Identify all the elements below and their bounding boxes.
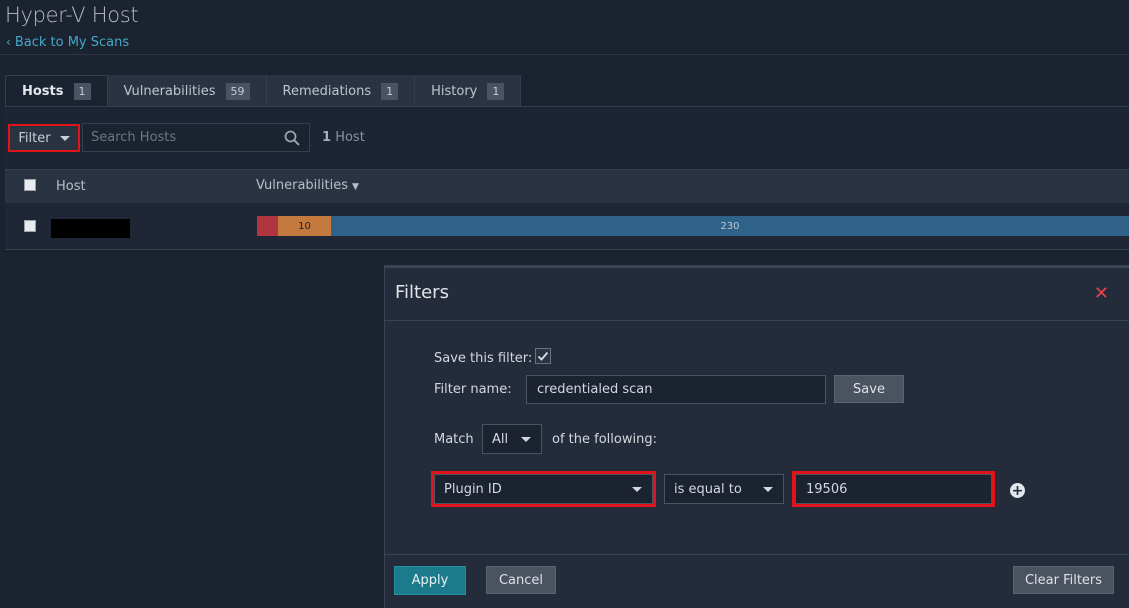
host-count-number: 1 xyxy=(322,130,332,145)
clear-filters-button[interactable]: Clear Filters xyxy=(1013,566,1114,594)
chevron-down-icon xyxy=(521,437,531,442)
vuln-segment-high: 10 xyxy=(278,216,331,236)
filter-name-label: Filter name: xyxy=(434,382,512,397)
column-header-host[interactable]: Host xyxy=(56,179,86,194)
tab-remediations[interactable]: Remediations 1 xyxy=(266,75,416,107)
vulnerability-bar[interactable]: 10 230 xyxy=(257,216,1129,236)
table-header xyxy=(5,169,1129,203)
tab-count-badge: 1 xyxy=(381,82,399,100)
filter-name-input[interactable] xyxy=(526,375,826,404)
filter-value-input[interactable] xyxy=(792,471,995,507)
save-button[interactable]: Save xyxy=(834,375,904,403)
save-filter-label: Save this filter: xyxy=(434,351,533,366)
chevron-down-icon xyxy=(632,487,642,492)
apply-button[interactable]: Apply xyxy=(394,566,466,595)
tab-label: Remediations xyxy=(282,83,372,99)
match-suffix-label: of the following: xyxy=(552,432,657,447)
sort-desc-icon: ▼ xyxy=(351,182,359,192)
chevron-down-icon xyxy=(763,487,773,492)
column-header-vulnerabilities[interactable]: Vulnerabilities ▼ xyxy=(256,178,359,193)
tab-count-badge: 59 xyxy=(225,82,250,100)
filter-field-select[interactable]: Plugin ID xyxy=(431,471,656,507)
tab-vulnerabilities[interactable]: Vulnerabilities 59 xyxy=(107,75,267,107)
filters-modal: Filters ✕ Save this filter: Filter name:… xyxy=(384,265,1129,608)
filter-field-value: Plugin ID xyxy=(444,481,502,497)
match-select-value: All xyxy=(492,431,509,447)
host-count: 1 Host xyxy=(322,130,365,145)
close-icon[interactable]: ✕ xyxy=(1094,283,1109,304)
vuln-segment-critical xyxy=(257,216,278,236)
host-name-redacted[interactable] xyxy=(51,219,130,238)
filter-operator-value: is equal to xyxy=(674,481,742,497)
host-count-word: Host xyxy=(335,130,365,145)
search-hosts-input[interactable] xyxy=(83,130,273,145)
back-link-label: Back to My Scans xyxy=(14,35,130,50)
tab-count-badge: 1 xyxy=(73,83,91,100)
caret-down-icon xyxy=(59,135,70,141)
modal-header: Filters ✕ xyxy=(385,268,1129,321)
filter-operator-select[interactable]: is equal to xyxy=(664,474,784,504)
vuln-segment-info: 230 xyxy=(331,216,1129,236)
tab-label: Hosts xyxy=(22,84,64,99)
modal-footer: Apply Cancel Clear Filters xyxy=(385,554,1129,608)
search-icon[interactable] xyxy=(284,130,300,146)
add-rule-plus-icon[interactable]: + xyxy=(1010,483,1025,498)
tab-bar: Hosts 1 Vulnerabilities 59 Remediations … xyxy=(5,75,522,107)
chevron-left-icon: ‹ xyxy=(6,35,11,49)
row-checkbox[interactable] xyxy=(24,220,36,232)
filter-button[interactable]: Filter xyxy=(8,124,80,152)
cancel-button[interactable]: Cancel xyxy=(486,566,556,594)
column-header-label: Vulnerabilities xyxy=(256,178,348,193)
page-title: Hyper-V Host xyxy=(5,3,139,27)
tab-label: History xyxy=(431,83,478,99)
header-divider xyxy=(0,54,1129,55)
tab-label: Vulnerabilities xyxy=(123,83,216,99)
back-to-scans-link[interactable]: ‹ Back to My Scans xyxy=(6,35,129,50)
tab-hosts[interactable]: Hosts 1 xyxy=(5,75,108,107)
checkmark-icon xyxy=(537,351,549,361)
match-label: Match xyxy=(434,432,474,447)
tab-history[interactable]: History 1 xyxy=(415,75,522,107)
search-box xyxy=(82,123,310,152)
tab-count-badge: 1 xyxy=(487,82,505,100)
save-filter-checkbox[interactable] xyxy=(535,348,551,364)
match-select[interactable]: All xyxy=(482,424,542,454)
select-all-checkbox[interactable] xyxy=(24,179,36,191)
modal-title: Filters xyxy=(395,282,449,303)
filter-button-label: Filter xyxy=(18,130,51,146)
